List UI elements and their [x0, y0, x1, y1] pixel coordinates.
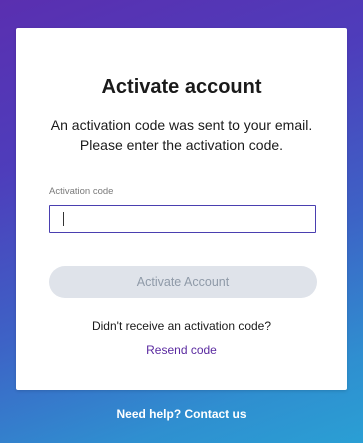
page-title: Activate account	[101, 76, 262, 98]
resend-code-link[interactable]: Resend code	[16, 343, 347, 357]
activation-code-label: Activation code	[49, 186, 114, 197]
text-caret	[63, 212, 64, 226]
contact-help-link[interactable]: Need help? Contact us	[0, 407, 363, 421]
activate-account-button[interactable]: Activate Account	[49, 266, 317, 298]
instructions-text: An activation code was sent to your emai…	[50, 117, 313, 153]
activation-code-input[interactable]	[49, 205, 316, 233]
no-code-text: Didn't receive an activation code?	[91, 319, 272, 333]
activation-card: Activate account An activation code was …	[16, 28, 347, 390]
